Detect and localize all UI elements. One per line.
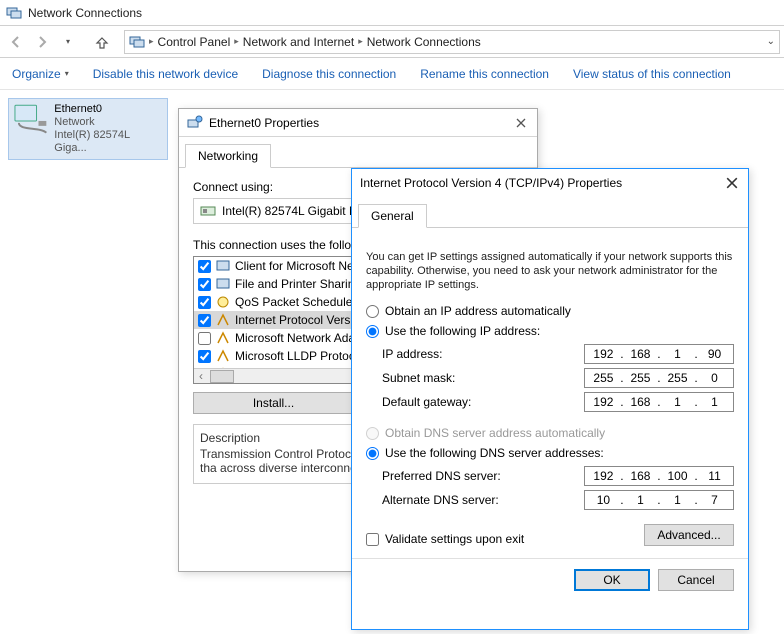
adapter-name: Intel(R) 82574L Gigabit Ne [222,204,364,218]
connection-item-ethernet0[interactable]: Ethernet0 Network Intel(R) 82574L Giga..… [8,98,168,160]
connection-device: Intel(R) 82574L Giga... [54,129,163,155]
ip-auto-radio[interactable] [366,305,379,318]
component-checkbox[interactable] [198,260,211,273]
ok-button[interactable]: OK [574,569,650,591]
alt-dns-input[interactable]: 10.1.1.7 [584,490,734,510]
address-bar[interactable]: ▸ Control Panel ▸ Network and Internet ▸… [124,30,780,54]
component-checkbox[interactable] [198,296,211,309]
component-checkbox[interactable] [198,278,211,291]
sharing-icon [215,276,231,292]
organize-menu[interactable]: Organize▾ [12,67,69,81]
dialog-title: Ethernet0 Properties [209,116,319,130]
ethernet-adapter-icon [13,103,48,135]
pref-dns-input[interactable]: 192.168.100.11 [584,466,734,486]
tab-general[interactable]: General [358,204,427,228]
up-button[interactable] [90,30,114,54]
protocol-icon [215,312,231,328]
dns-auto-label: Obtain DNS server address automatically [385,426,605,440]
component-label: Microsoft LLDP Protoco [235,349,362,363]
ip-address-input[interactable]: 192.168.1.90 [584,344,734,364]
forward-button[interactable] [30,30,54,54]
window-title: Network Connections [28,6,142,20]
alt-dns-label: Alternate DNS server: [382,493,584,507]
dialog-title: Internet Protocol Version 4 (TCP/IPv4) P… [360,176,622,190]
disable-device-link[interactable]: Disable this network device [93,67,238,81]
component-label: Microsoft Network Adap [235,331,362,345]
ip-manual-label: Use the following IP address: [385,324,540,338]
gateway-input[interactable]: 192.168.1.1 [584,392,734,412]
protocol-icon [215,348,231,364]
validate-label: Validate settings upon exit [385,532,524,546]
component-label: Internet Protocol Version [235,313,366,327]
install-button[interactable]: Install... [193,392,354,414]
subnet-mask-label: Subnet mask: [382,371,584,385]
component-checkbox[interactable] [198,314,211,327]
nic-icon [187,115,203,131]
network-connections-icon [6,5,22,21]
ip-address-label: IP address: [382,347,584,361]
network-panel-icon [129,34,145,50]
ip-auto-label: Obtain an IP address automatically [385,304,571,318]
protocol-icon [215,330,231,346]
history-dropdown[interactable]: ▾ [56,30,80,54]
dns-auto-radio [366,427,379,440]
component-checkbox[interactable] [198,332,211,345]
qos-icon [215,294,231,310]
dns-manual-radio[interactable] [366,447,379,460]
component-checkbox[interactable] [198,350,211,363]
diagnose-link[interactable]: Diagnose this connection [262,67,396,81]
breadcrumb-chevron-icon[interactable]: ▸ [358,36,363,47]
gateway-label: Default gateway: [382,395,584,409]
close-button[interactable] [513,115,529,131]
navigation-bar: ▾ ▸ Control Panel ▸ Network and Internet… [0,26,784,58]
rename-link[interactable]: Rename this connection [420,67,549,81]
component-label: QoS Packet Scheduler [235,295,356,309]
breadcrumb-control-panel[interactable]: Control Panel [158,35,231,49]
info-text: You can get IP settings assigned automat… [366,250,734,292]
command-bar: Organize▾ Disable this network device Di… [0,58,784,90]
client-icon [215,258,231,274]
nic-card-icon [200,203,216,219]
close-button[interactable] [724,175,740,191]
subnet-mask-input[interactable]: 255.255.255.0 [584,368,734,388]
tab-networking[interactable]: Networking [185,144,271,168]
connection-network: Network [54,116,163,129]
breadcrumb-network-internet[interactable]: Network and Internet [243,35,354,49]
dns-manual-label: Use the following DNS server addresses: [385,446,604,460]
view-status-link[interactable]: View status of this connection [573,67,731,81]
window-titlebar: Network Connections [0,0,784,26]
breadcrumb-network-connections[interactable]: Network Connections [367,35,481,49]
ip-manual-radio[interactable] [366,325,379,338]
breadcrumb-chevron-icon[interactable]: ▸ [149,36,154,47]
ipv4-properties-dialog: Internet Protocol Version 4 (TCP/IPv4) P… [351,168,749,630]
address-dropdown-icon[interactable]: ⌄ [767,36,775,47]
back-button[interactable] [4,30,28,54]
connection-name: Ethernet0 [54,103,163,116]
pref-dns-label: Preferred DNS server: [382,469,584,483]
validate-checkbox[interactable] [366,533,379,546]
advanced-button[interactable]: Advanced... [644,524,734,546]
breadcrumb-chevron-icon[interactable]: ▸ [234,36,239,47]
cancel-button[interactable]: Cancel [658,569,734,591]
